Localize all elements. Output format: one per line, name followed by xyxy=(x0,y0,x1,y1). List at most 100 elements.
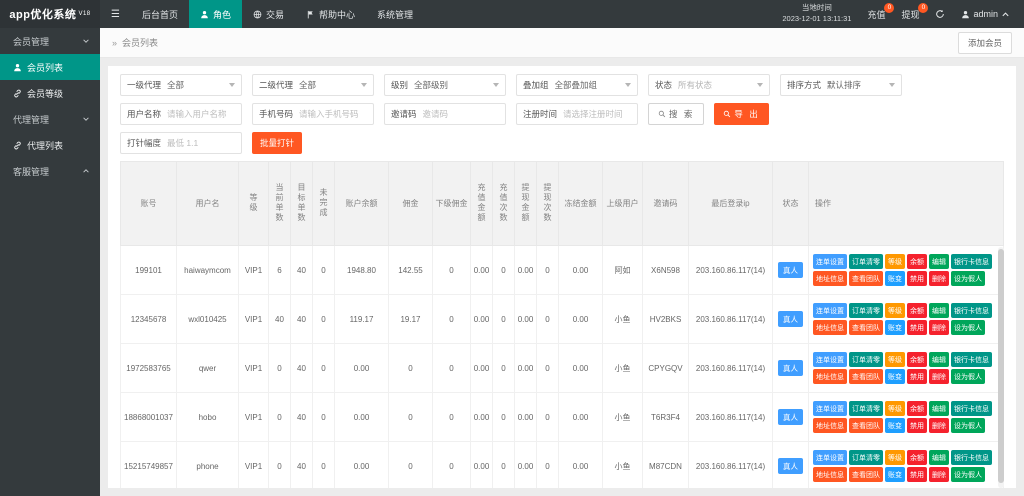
cell-username: wxl010425 xyxy=(176,294,239,344)
nav-item-help[interactable]: 帮助中心 xyxy=(295,0,366,28)
action-delete-button[interactable]: 删除 xyxy=(929,320,949,335)
action-disable-button[interactable]: 禁用 xyxy=(907,467,927,482)
action-edit-button[interactable]: 编辑 xyxy=(929,254,949,269)
member-row: 12345678 wxl010425 VIP1 40 40 0 119.17 1… xyxy=(120,294,1004,344)
action-address-info-button[interactable]: 地址信息 xyxy=(813,418,847,433)
user-menu[interactable]: admin xyxy=(961,9,1010,19)
sidebar-item-member-list[interactable]: 会员列表 xyxy=(0,54,100,80)
sidebar-item-agent-list[interactable]: 代理列表 xyxy=(0,132,100,158)
batch-inject-button[interactable]: 批量打针 xyxy=(252,132,303,154)
phone-input[interactable] xyxy=(299,109,373,119)
action-chain-order-settings-button[interactable]: 连单设置 xyxy=(813,352,847,367)
action-set-fake-user-button[interactable]: 设为假人 xyxy=(951,271,985,286)
action-bank-card-info-button[interactable]: 银行卡信息 xyxy=(951,303,992,318)
action-disable-button[interactable]: 禁用 xyxy=(907,320,927,335)
filter-overlay-group-select[interactable]: 叠加组 全部叠加组 xyxy=(516,74,638,96)
menu-toggle-button[interactable]: ☰ xyxy=(100,0,131,28)
status-badge[interactable]: 真人 xyxy=(778,458,803,474)
vertical-scrollbar[interactable] xyxy=(998,247,1004,488)
action-order-reset-button[interactable]: 订单清零 xyxy=(849,450,883,465)
action-view-team-button[interactable]: 查看团队 xyxy=(849,467,883,482)
username-input[interactable] xyxy=(167,109,241,119)
filter-agent-level1-select[interactable]: 一级代理 全部 xyxy=(120,74,242,96)
nav-item-system[interactable]: 系统管理 xyxy=(366,0,424,28)
action-order-reset-button[interactable]: 订单清零 xyxy=(849,352,883,367)
action-edit-button[interactable]: 编辑 xyxy=(929,352,949,367)
status-badge[interactable]: 真人 xyxy=(778,360,803,376)
action-level-button[interactable]: 等级 xyxy=(885,254,905,269)
action-view-team-button[interactable]: 查看团队 xyxy=(849,320,883,335)
action-view-team-button[interactable]: 查看团队 xyxy=(849,369,883,384)
action-order-reset-button[interactable]: 订单清零 xyxy=(849,254,883,269)
action-disable-button[interactable]: 禁用 xyxy=(907,418,927,433)
action-chain-order-settings-button[interactable]: 连单设置 xyxy=(813,303,847,318)
action-balance-button[interactable]: 余额 xyxy=(907,401,927,416)
nav-item-trade[interactable]: 交易 xyxy=(242,0,295,28)
action-edit-button[interactable]: 编辑 xyxy=(929,303,949,318)
action-level-button[interactable]: 等级 xyxy=(885,450,905,465)
action-disable-button[interactable]: 禁用 xyxy=(907,369,927,384)
action-account-change-button[interactable]: 账变 xyxy=(885,320,905,335)
action-order-reset-button[interactable]: 订单清零 xyxy=(849,401,883,416)
action-view-team-button[interactable]: 查看团队 xyxy=(849,271,883,286)
sidebar-group-agent-management[interactable]: 代理管理 xyxy=(0,106,100,132)
action-address-info-button[interactable]: 地址信息 xyxy=(813,320,847,335)
action-balance-button[interactable]: 余额 xyxy=(907,450,927,465)
action-account-change-button[interactable]: 账变 xyxy=(885,418,905,433)
sidebar-item-member-level[interactable]: 会员等级 xyxy=(0,80,100,106)
action-edit-button[interactable]: 编辑 xyxy=(929,401,949,416)
action-delete-button[interactable]: 删除 xyxy=(929,271,949,286)
action-disable-button[interactable]: 禁用 xyxy=(907,271,927,286)
action-balance-button[interactable]: 余额 xyxy=(907,303,927,318)
action-account-change-button[interactable]: 账变 xyxy=(885,369,905,384)
action-view-team-button[interactable]: 查看团队 xyxy=(849,418,883,433)
action-delete-button[interactable]: 删除 xyxy=(929,369,949,384)
action-set-fake-user-button[interactable]: 设为假人 xyxy=(951,369,985,384)
action-chain-order-settings-button[interactable]: 连单设置 xyxy=(813,254,847,269)
sidebar-group-support-management[interactable]: 客服管理 xyxy=(0,158,100,184)
action-level-button[interactable]: 等级 xyxy=(885,401,905,416)
filter-agent-level2-select[interactable]: 二级代理 全部 xyxy=(252,74,374,96)
action-chain-order-settings-button[interactable]: 连单设置 xyxy=(813,450,847,465)
inject-range-input[interactable] xyxy=(167,138,241,148)
action-account-change-button[interactable]: 账变 xyxy=(885,271,905,286)
filter-sort-select[interactable]: 排序方式 默认排序 xyxy=(780,74,902,96)
action-bank-card-info-button[interactable]: 银行卡信息 xyxy=(951,352,992,367)
nav-item-home[interactable]: 后台首页 xyxy=(131,0,189,28)
status-badge[interactable]: 真人 xyxy=(778,311,803,327)
action-address-info-button[interactable]: 地址信息 xyxy=(813,467,847,482)
refresh-button[interactable] xyxy=(935,9,945,19)
add-member-button[interactable]: 添加会员 xyxy=(957,31,1012,54)
action-delete-button[interactable]: 删除 xyxy=(929,418,949,433)
action-level-button[interactable]: 等级 xyxy=(885,303,905,318)
action-order-reset-button[interactable]: 订单清零 xyxy=(849,303,883,318)
invite-code-input[interactable] xyxy=(422,109,505,119)
action-delete-button[interactable]: 删除 xyxy=(929,467,949,482)
action-bank-card-info-button[interactable]: 银行卡信息 xyxy=(951,401,992,416)
filter-level-select[interactable]: 级别 全部级别 xyxy=(384,74,506,96)
export-button[interactable]: 导 出 xyxy=(714,103,769,125)
action-level-button[interactable]: 等级 xyxy=(885,352,905,367)
status-badge[interactable]: 真人 xyxy=(778,409,803,425)
action-set-fake-user-button[interactable]: 设为假人 xyxy=(951,418,985,433)
scrollbar-thumb[interactable] xyxy=(998,249,1004,484)
search-button[interactable]: 搜 索 xyxy=(648,103,705,125)
filter-status-select[interactable]: 状态 所有状态 xyxy=(648,74,770,96)
action-address-info-button[interactable]: 地址信息 xyxy=(813,271,847,286)
register-time-input[interactable] xyxy=(563,109,637,119)
action-chain-order-settings-button[interactable]: 连单设置 xyxy=(813,401,847,416)
action-address-info-button[interactable]: 地址信息 xyxy=(813,369,847,384)
sidebar-group-member-management[interactable]: 会员管理 xyxy=(0,28,100,54)
action-edit-button[interactable]: 编辑 xyxy=(929,450,949,465)
withdraw-link[interactable]: 提现 0 xyxy=(901,2,929,21)
action-balance-button[interactable]: 余额 xyxy=(907,254,927,269)
recharge-link[interactable]: 充值 0 xyxy=(867,2,895,21)
action-balance-button[interactable]: 余额 xyxy=(907,352,927,367)
action-account-change-button[interactable]: 账变 xyxy=(885,467,905,482)
action-set-fake-user-button[interactable]: 设为假人 xyxy=(951,320,985,335)
status-badge[interactable]: 真人 xyxy=(778,262,803,278)
action-set-fake-user-button[interactable]: 设为假人 xyxy=(951,467,985,482)
action-bank-card-info-button[interactable]: 银行卡信息 xyxy=(951,254,992,269)
action-bank-card-info-button[interactable]: 银行卡信息 xyxy=(951,450,992,465)
nav-item-roles[interactable]: 角色 xyxy=(188,0,242,28)
